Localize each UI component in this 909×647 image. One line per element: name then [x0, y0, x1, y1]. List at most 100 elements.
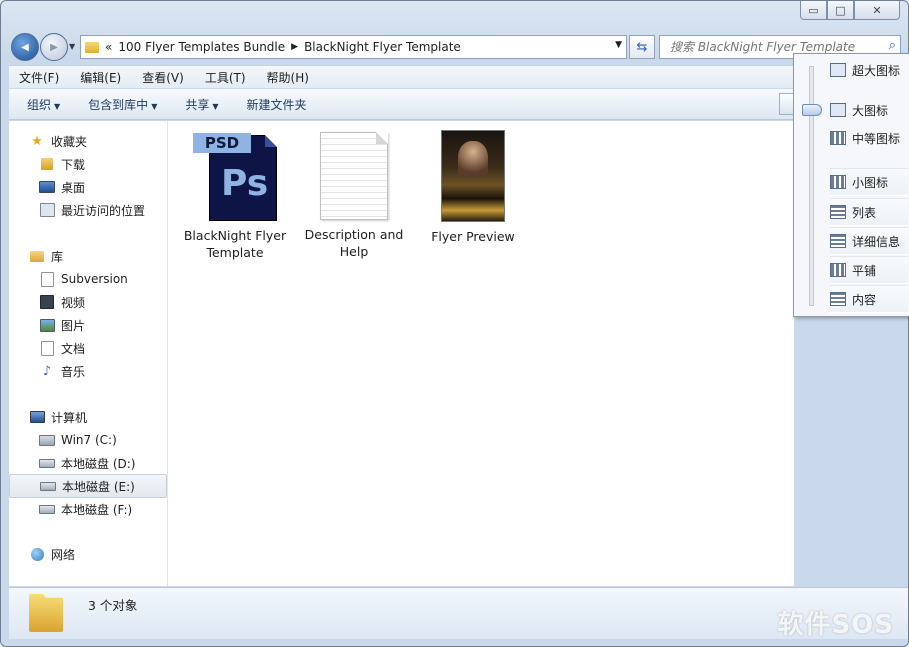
- sidebar-item-videos[interactable]: 视频: [9, 291, 165, 313]
- sidebar-item-subversion[interactable]: Subversion: [9, 268, 165, 290]
- view-list[interactable]: 列表: [830, 198, 908, 226]
- extra-large-icons-icon: [830, 63, 846, 77]
- view-option-label: 中等图标: [852, 131, 901, 146]
- document-library-icon: [39, 271, 55, 287]
- menu-help[interactable]: 帮助(H): [267, 69, 309, 86]
- picture-icon: [39, 318, 55, 332]
- view-option-label: 内容: [852, 292, 877, 307]
- include-library-button[interactable]: 包含到库中 ▼: [88, 96, 157, 113]
- breadcrumb-current[interactable]: BlackNight Flyer Template: [304, 40, 461, 54]
- folder-icon: [29, 594, 63, 632]
- sidebar-item-label: Subversion: [61, 272, 128, 286]
- view-size-slider-thumb[interactable]: [802, 104, 822, 116]
- recent-pages-dropdown[interactable]: ▼: [69, 42, 75, 51]
- sidebar-item-drive-e[interactable]: 本地磁盘 (E:): [9, 474, 167, 498]
- sidebar-item-label: 桌面: [61, 180, 86, 195]
- caption-buttons: ▭ □ ✕: [800, 1, 900, 20]
- sidebar-item-network[interactable]: 网络: [9, 543, 165, 565]
- sidebar-item-label: 下载: [61, 157, 86, 172]
- refresh-icon: ⇆: [636, 39, 648, 55]
- sidebar-item-label: 本地磁盘 (F:): [61, 502, 133, 517]
- large-icons-icon: [830, 103, 846, 117]
- breadcrumb-bundle[interactable]: 100 Flyer Templates Bundle: [118, 40, 285, 54]
- breadcrumb-overflow[interactable]: «: [105, 40, 112, 54]
- view-content[interactable]: 内容: [830, 285, 908, 313]
- view-extra-large-icons[interactable]: 超大图标: [830, 57, 908, 83]
- command-bar: 组织 ▼ 包含到库中 ▼ 共享 ▼ 新建文件夹: [9, 89, 803, 120]
- maximize-button[interactable]: □: [827, 1, 854, 20]
- file-item-text[interactable]: Description and Help: [298, 129, 410, 260]
- arrow-right-icon: ▶: [50, 41, 58, 53]
- sidebar-item-drive-d[interactable]: 本地磁盘 (D:): [9, 452, 165, 474]
- recent-places-icon: [39, 203, 55, 217]
- share-label: 共享: [185, 97, 210, 112]
- close-button[interactable]: ✕: [854, 1, 900, 20]
- refresh-button[interactable]: ⇆: [629, 35, 655, 59]
- sidebar-item-libraries[interactable]: 库: [9, 245, 165, 267]
- sidebar-item-documents[interactable]: 文档: [9, 337, 165, 359]
- sidebar-item-recent[interactable]: 最近访问的位置: [9, 199, 165, 221]
- file-item-psd[interactable]: PSD Ps BlackNight Flyer Template: [179, 129, 291, 261]
- hard-drive-icon: [39, 502, 55, 516]
- organize-button[interactable]: 组织 ▼: [27, 96, 60, 113]
- address-bar[interactable]: « 100 Flyer Templates Bundle ▶ BlackNigh…: [80, 35, 627, 59]
- sidebar-item-drive-c[interactable]: Win7 (C:): [9, 429, 165, 451]
- thumbnail-figure: [458, 141, 488, 177]
- view-size-slider-track[interactable]: [809, 66, 814, 306]
- folder-icon: [85, 41, 99, 53]
- sidebar-item-label: 图片: [61, 318, 86, 333]
- sidebar-item-label: 本地磁盘 (D:): [61, 456, 136, 471]
- sidebar-item-label: 计算机: [51, 410, 88, 425]
- view-small-icons[interactable]: 小图标: [830, 168, 908, 196]
- menu-edit[interactable]: 编辑(E): [80, 69, 121, 86]
- menu-file[interactable]: 文件(F): [19, 69, 59, 86]
- sidebar-item-label: Win7 (C:): [61, 433, 117, 447]
- view-details[interactable]: 详细信息: [830, 227, 908, 255]
- photoshop-file-icon: PSD Ps: [191, 129, 279, 221]
- tiles-view-icon: [830, 263, 846, 277]
- share-button[interactable]: 共享 ▼: [185, 96, 218, 113]
- breadcrumb-separator-icon[interactable]: ▶: [291, 42, 298, 52]
- view-large-icons[interactable]: 大图标: [830, 97, 908, 123]
- view-option-label: 平铺: [852, 263, 877, 278]
- sidebar-item-drive-f[interactable]: 本地磁盘 (F:): [9, 498, 165, 520]
- sidebar-item-pictures[interactable]: 图片: [9, 314, 165, 336]
- view-medium-icons[interactable]: 中等图标: [830, 125, 908, 151]
- menu-tools[interactable]: 工具(T): [205, 69, 246, 86]
- search-icon[interactable]: ⌕: [889, 38, 896, 53]
- hard-drive-icon: [39, 456, 55, 470]
- file-name: Description and Help: [304, 227, 404, 259]
- libraries-icon: [29, 249, 45, 263]
- menu-view[interactable]: 查看(V): [142, 69, 184, 86]
- hard-drive-icon: [40, 479, 56, 493]
- chevron-down-icon: ▼: [151, 101, 158, 111]
- sidebar-item-desktop[interactable]: 桌面: [9, 176, 165, 198]
- music-note-icon: ♪: [42, 363, 52, 379]
- file-item-image[interactable]: Flyer Preview: [417, 129, 529, 245]
- view-option-label: 详细信息: [852, 234, 901, 249]
- network-globe-icon: [29, 547, 45, 561]
- sidebar-item-label: 最近访问的位置: [61, 203, 146, 218]
- sidebar-item-music[interactable]: ♪ 音乐: [9, 360, 165, 382]
- chevron-down-icon: ▼: [212, 101, 219, 111]
- new-folder-button[interactable]: 新建文件夹: [247, 96, 307, 113]
- details-pane: 3 个对象 软件SOS: [9, 587, 908, 640]
- minimize-button[interactable]: ▭: [800, 1, 827, 20]
- include-library-label: 包含到库中: [88, 97, 149, 112]
- view-option-label: 小图标: [852, 175, 889, 190]
- sidebar-item-downloads[interactable]: 下载: [9, 153, 165, 175]
- navigation-bar: ◀ ▶ ▼ « 100 Flyer Templates Bundle ▶ Bla…: [9, 33, 901, 61]
- sidebar-item-favorites[interactable]: ★ 收藏夹: [9, 130, 165, 152]
- arrow-left-icon: ◀: [21, 41, 29, 53]
- forward-button[interactable]: ▶: [40, 33, 68, 61]
- sidebar-item-computer[interactable]: 计算机: [9, 406, 165, 428]
- sidebar-item-label: 音乐: [61, 364, 86, 379]
- sidebar-item-label: 库: [51, 249, 64, 264]
- psd-badge: PSD: [193, 133, 251, 153]
- sidebar-item-label: 文档: [61, 341, 86, 356]
- view-tiles[interactable]: 平铺: [830, 256, 908, 284]
- sidebar-item-label: 收藏夹: [51, 134, 88, 149]
- view-option-label: 列表: [852, 205, 877, 220]
- address-dropdown[interactable]: ▼: [615, 40, 622, 50]
- back-button[interactable]: ◀: [11, 33, 39, 61]
